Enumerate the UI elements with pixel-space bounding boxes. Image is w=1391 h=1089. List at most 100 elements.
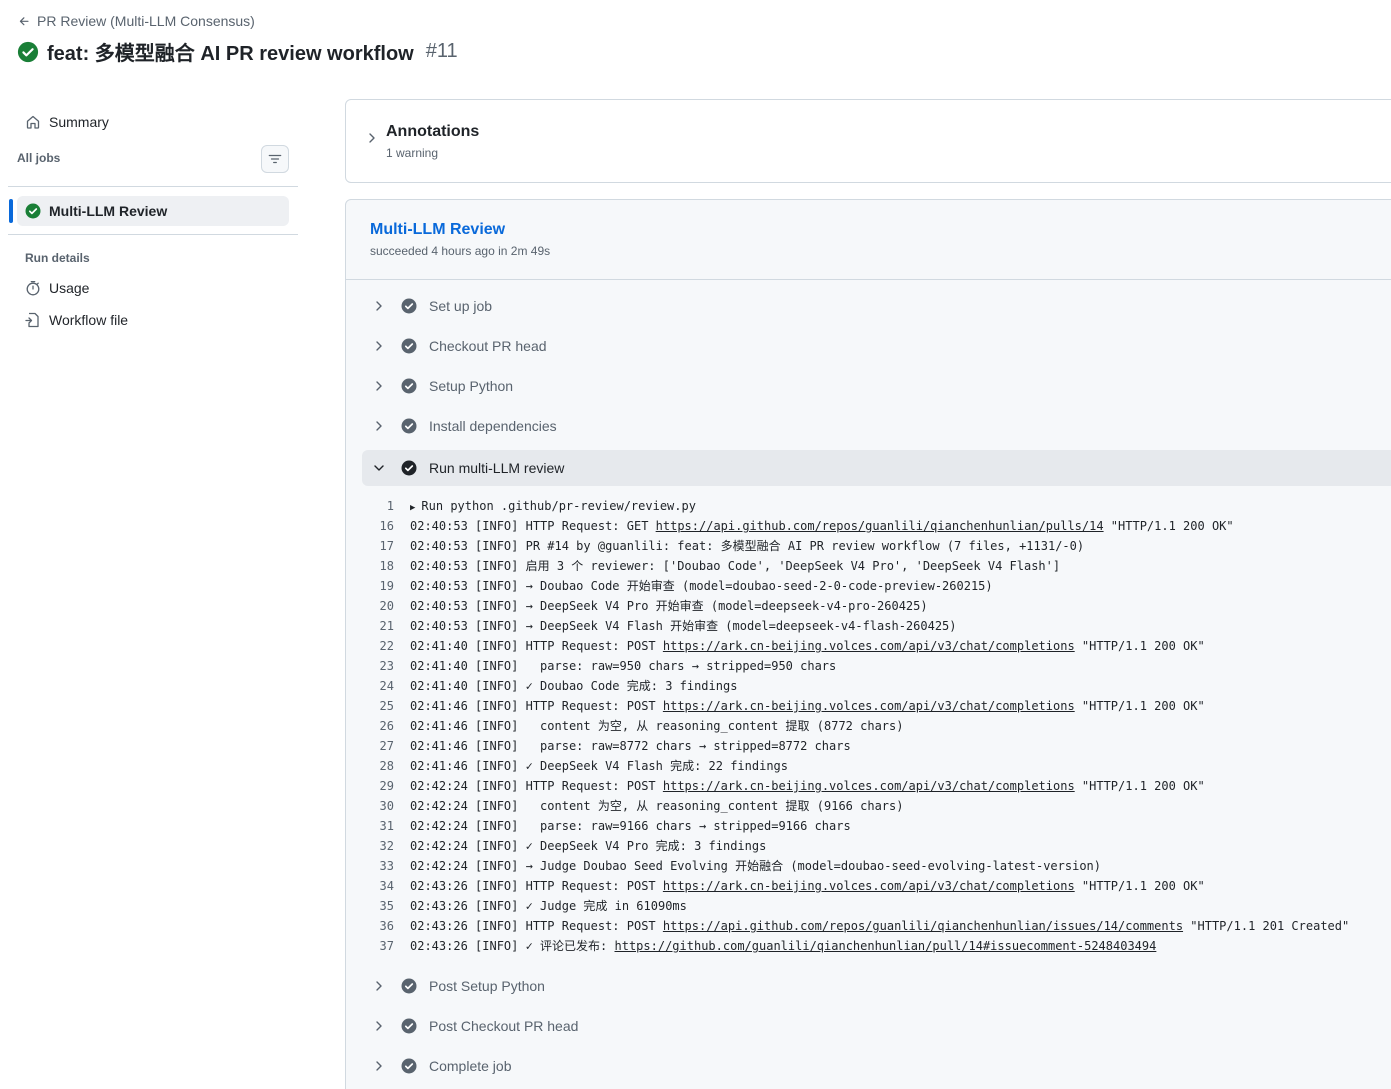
job-header: Multi-LLM Review succeeded 4 hours ago i… (346, 200, 1391, 280)
log-link[interactable]: https://ark.cn-beijing.volces.com/api/v3… (663, 779, 1075, 793)
step-set-up-job[interactable]: Set up job (362, 288, 1391, 324)
filter-icon (268, 154, 282, 164)
step-label: Set up job (429, 298, 493, 314)
log-line: 1 ▶ Run python .github/pr-review/review.py (362, 496, 1391, 516)
log-line-number: 29 (379, 779, 394, 793)
step-post-checkout-pr-head[interactable]: Post Checkout PR head (362, 1008, 1391, 1044)
step-label: Setup Python (429, 378, 514, 394)
log-line: 18 02:40:53 [INFO] 启用 3 个 reviewer: ['Dou… (362, 556, 1391, 576)
step-install-dependencies[interactable]: Install dependencies (362, 408, 1391, 444)
log-line-number: 20 (379, 599, 394, 613)
annotations-title: Annotations (386, 123, 480, 140)
sidebar-item-summary[interactable]: Summary (25, 114, 109, 130)
filter-button[interactable] (261, 145, 289, 173)
run-details-label: Run details (25, 251, 90, 265)
check-circle-icon (401, 418, 417, 434)
step-run-multi-llm-review[interactable]: Run multi-LLM review (362, 450, 1391, 486)
log-line-number: 33 (379, 859, 394, 873)
step-label: Post Setup Python (429, 978, 545, 994)
log-text: Run python .github/pr-review/review.py (421, 499, 696, 513)
log-text: 02:40:53 [INFO] PR #14 by @guanlili: fea… (410, 539, 1085, 553)
job-panel: Multi-LLM Review succeeded 4 hours ago i… (345, 199, 1391, 1089)
log-line-number: 36 (379, 919, 394, 933)
sidebar-item-workflow-file[interactable]: Workflow file (25, 312, 128, 328)
log-text: 02:40:53 [INFO] 启用 3 个 reviewer: ['Douba… (410, 559, 1061, 573)
log-line-number: 25 (379, 699, 394, 713)
log-text: 02:42:24 [INFO] content 为空, 从 reasoning_… (410, 799, 904, 813)
log-output: 1 ▶ Run python .github/pr-review/review.py… (362, 496, 1391, 956)
log-line-number: 17 (379, 539, 394, 553)
log-line: 29 02:42:24 [INFO] HTTP Request: POST htt… (362, 776, 1391, 796)
log-text: 02:42:24 [INFO] HTTP Request: POST (410, 779, 663, 793)
step-complete-job[interactable]: Complete job (362, 1048, 1391, 1084)
chevron-down-icon (374, 465, 384, 471)
step-label: Run multi-LLM review (429, 460, 565, 476)
sidebar-item-label: Workflow file (49, 312, 129, 328)
log-link[interactable]: https://ark.cn-beijing.volces.com/api/v3… (663, 879, 1075, 893)
job-status: succeeded 4 hours ago in 2m 49s (370, 244, 551, 258)
log-line: 37 02:43:26 [INFO] ✓ 评论已发布: https://githu… (362, 936, 1391, 956)
log-line: 17 02:40:53 [INFO] PR #14 by @guanlili: f… (362, 536, 1391, 556)
sidebar-item-label: Usage (49, 280, 90, 296)
log-text: "HTTP/1.1 200 OK" (1074, 779, 1205, 793)
log-line-number: 32 (379, 839, 394, 853)
log-text: 02:43:26 [INFO] ✓ 评论已发布: (410, 939, 615, 953)
triangle-right-icon[interactable]: ▶ (410, 503, 415, 513)
chevron-right-icon (376, 1021, 382, 1031)
log-line-number: 1 (386, 499, 394, 513)
log-line-number: 21 (379, 619, 394, 633)
log-text: 02:43:26 [INFO] HTTP Request: POST (410, 879, 663, 893)
log-link[interactable]: https://api.github.com/repos/guanlili/qi… (656, 519, 1104, 533)
log-text: "HTTP/1.1 200 OK" (1074, 879, 1205, 893)
stopwatch-icon (26, 280, 40, 296)
log-link[interactable]: https://ark.cn-beijing.volces.com/api/v3… (663, 639, 1075, 653)
chevron-right-icon (376, 381, 382, 391)
home-icon (26, 115, 40, 129)
step-label: Post Checkout PR head (429, 1018, 579, 1034)
log-link[interactable]: https://github.com/guanlili/qianchenhunl… (615, 939, 1157, 953)
check-circle-icon (401, 378, 417, 394)
chevron-right-icon (376, 301, 382, 311)
sidebar-item-usage[interactable]: Usage (25, 280, 89, 296)
log-text: 02:41:46 [INFO] ✓ DeepSeek V4 Flash 完成: … (410, 759, 789, 773)
log-line-number: 26 (379, 719, 394, 733)
annotations-panel[interactable]: Annotations 1 warning (345, 99, 1391, 183)
log-line-number: 37 (379, 939, 394, 953)
log-link[interactable]: https://api.github.com/repos/guanlili/qi… (663, 919, 1183, 933)
log-line-number: 35 (379, 899, 394, 913)
log-text: "HTTP/1.1 201 Created" (1183, 919, 1350, 933)
log-line: 31 02:42:24 [INFO] parse: raw=9166 chars … (362, 816, 1391, 836)
run-title: feat: 多模型融合 AI PR review workflow #11 (17, 37, 458, 66)
check-circle-icon (25, 203, 41, 219)
check-circle-icon (401, 298, 417, 314)
log-text: 02:41:46 [INFO] HTTP Request: POST (410, 699, 663, 713)
chevron-right-icon (376, 341, 382, 351)
back-link[interactable]: PR Review (Multi-LLM Consensus) (18, 13, 255, 29)
log-text: 02:41:40 [INFO] ✓ Doubao Code 完成: 3 find… (410, 679, 738, 693)
step-checkout-pr-head[interactable]: Checkout PR head (362, 328, 1391, 364)
log-text: "HTTP/1.1 200 OK" (1074, 639, 1205, 653)
log-line-number: 34 (379, 879, 394, 893)
workflow-file-icon (25, 312, 39, 328)
log-line: 25 02:41:46 [INFO] HTTP Request: POST htt… (362, 696, 1391, 716)
job-name-link[interactable]: Multi-LLM Review (370, 221, 505, 239)
log-text: 02:42:24 [INFO] → Judge Doubao Seed Evol… (410, 859, 1101, 873)
sidebar-item-multi-llm-review[interactable]: Multi-LLM Review (17, 196, 289, 226)
step-label: Checkout PR head (429, 338, 547, 354)
step-setup-python[interactable]: Setup Python (362, 368, 1391, 404)
chevron-right-icon (376, 1061, 382, 1071)
log-text: 02:40:53 [INFO] HTTP Request: GET (410, 519, 656, 533)
step-post-setup-python[interactable]: Post Setup Python (362, 968, 1391, 1004)
log-text: "HTTP/1.1 200 OK" (1074, 699, 1205, 713)
log-link[interactable]: https://ark.cn-beijing.volces.com/api/v3… (663, 699, 1075, 713)
log-line: 24 02:41:40 [INFO] ✓ Doubao Code 完成: 3 fi… (362, 676, 1391, 696)
log-text: 02:41:40 [INFO] HTTP Request: POST (410, 639, 663, 653)
check-circle-icon (401, 978, 417, 994)
step-label: Complete job (429, 1058, 512, 1074)
log-text: 02:41:46 [INFO] content 为空, 从 reasoning_… (410, 719, 904, 733)
log-line-number: 28 (379, 759, 394, 773)
back-link-label: PR Review (Multi-LLM Consensus) (37, 13, 255, 29)
annotations-subtitle: 1 warning (386, 146, 439, 160)
log-line: 28 02:41:46 [INFO] ✓ DeepSeek V4 Flash 完成… (362, 756, 1391, 776)
log-text: 02:42:24 [INFO] parse: raw=9166 chars → … (410, 819, 851, 833)
